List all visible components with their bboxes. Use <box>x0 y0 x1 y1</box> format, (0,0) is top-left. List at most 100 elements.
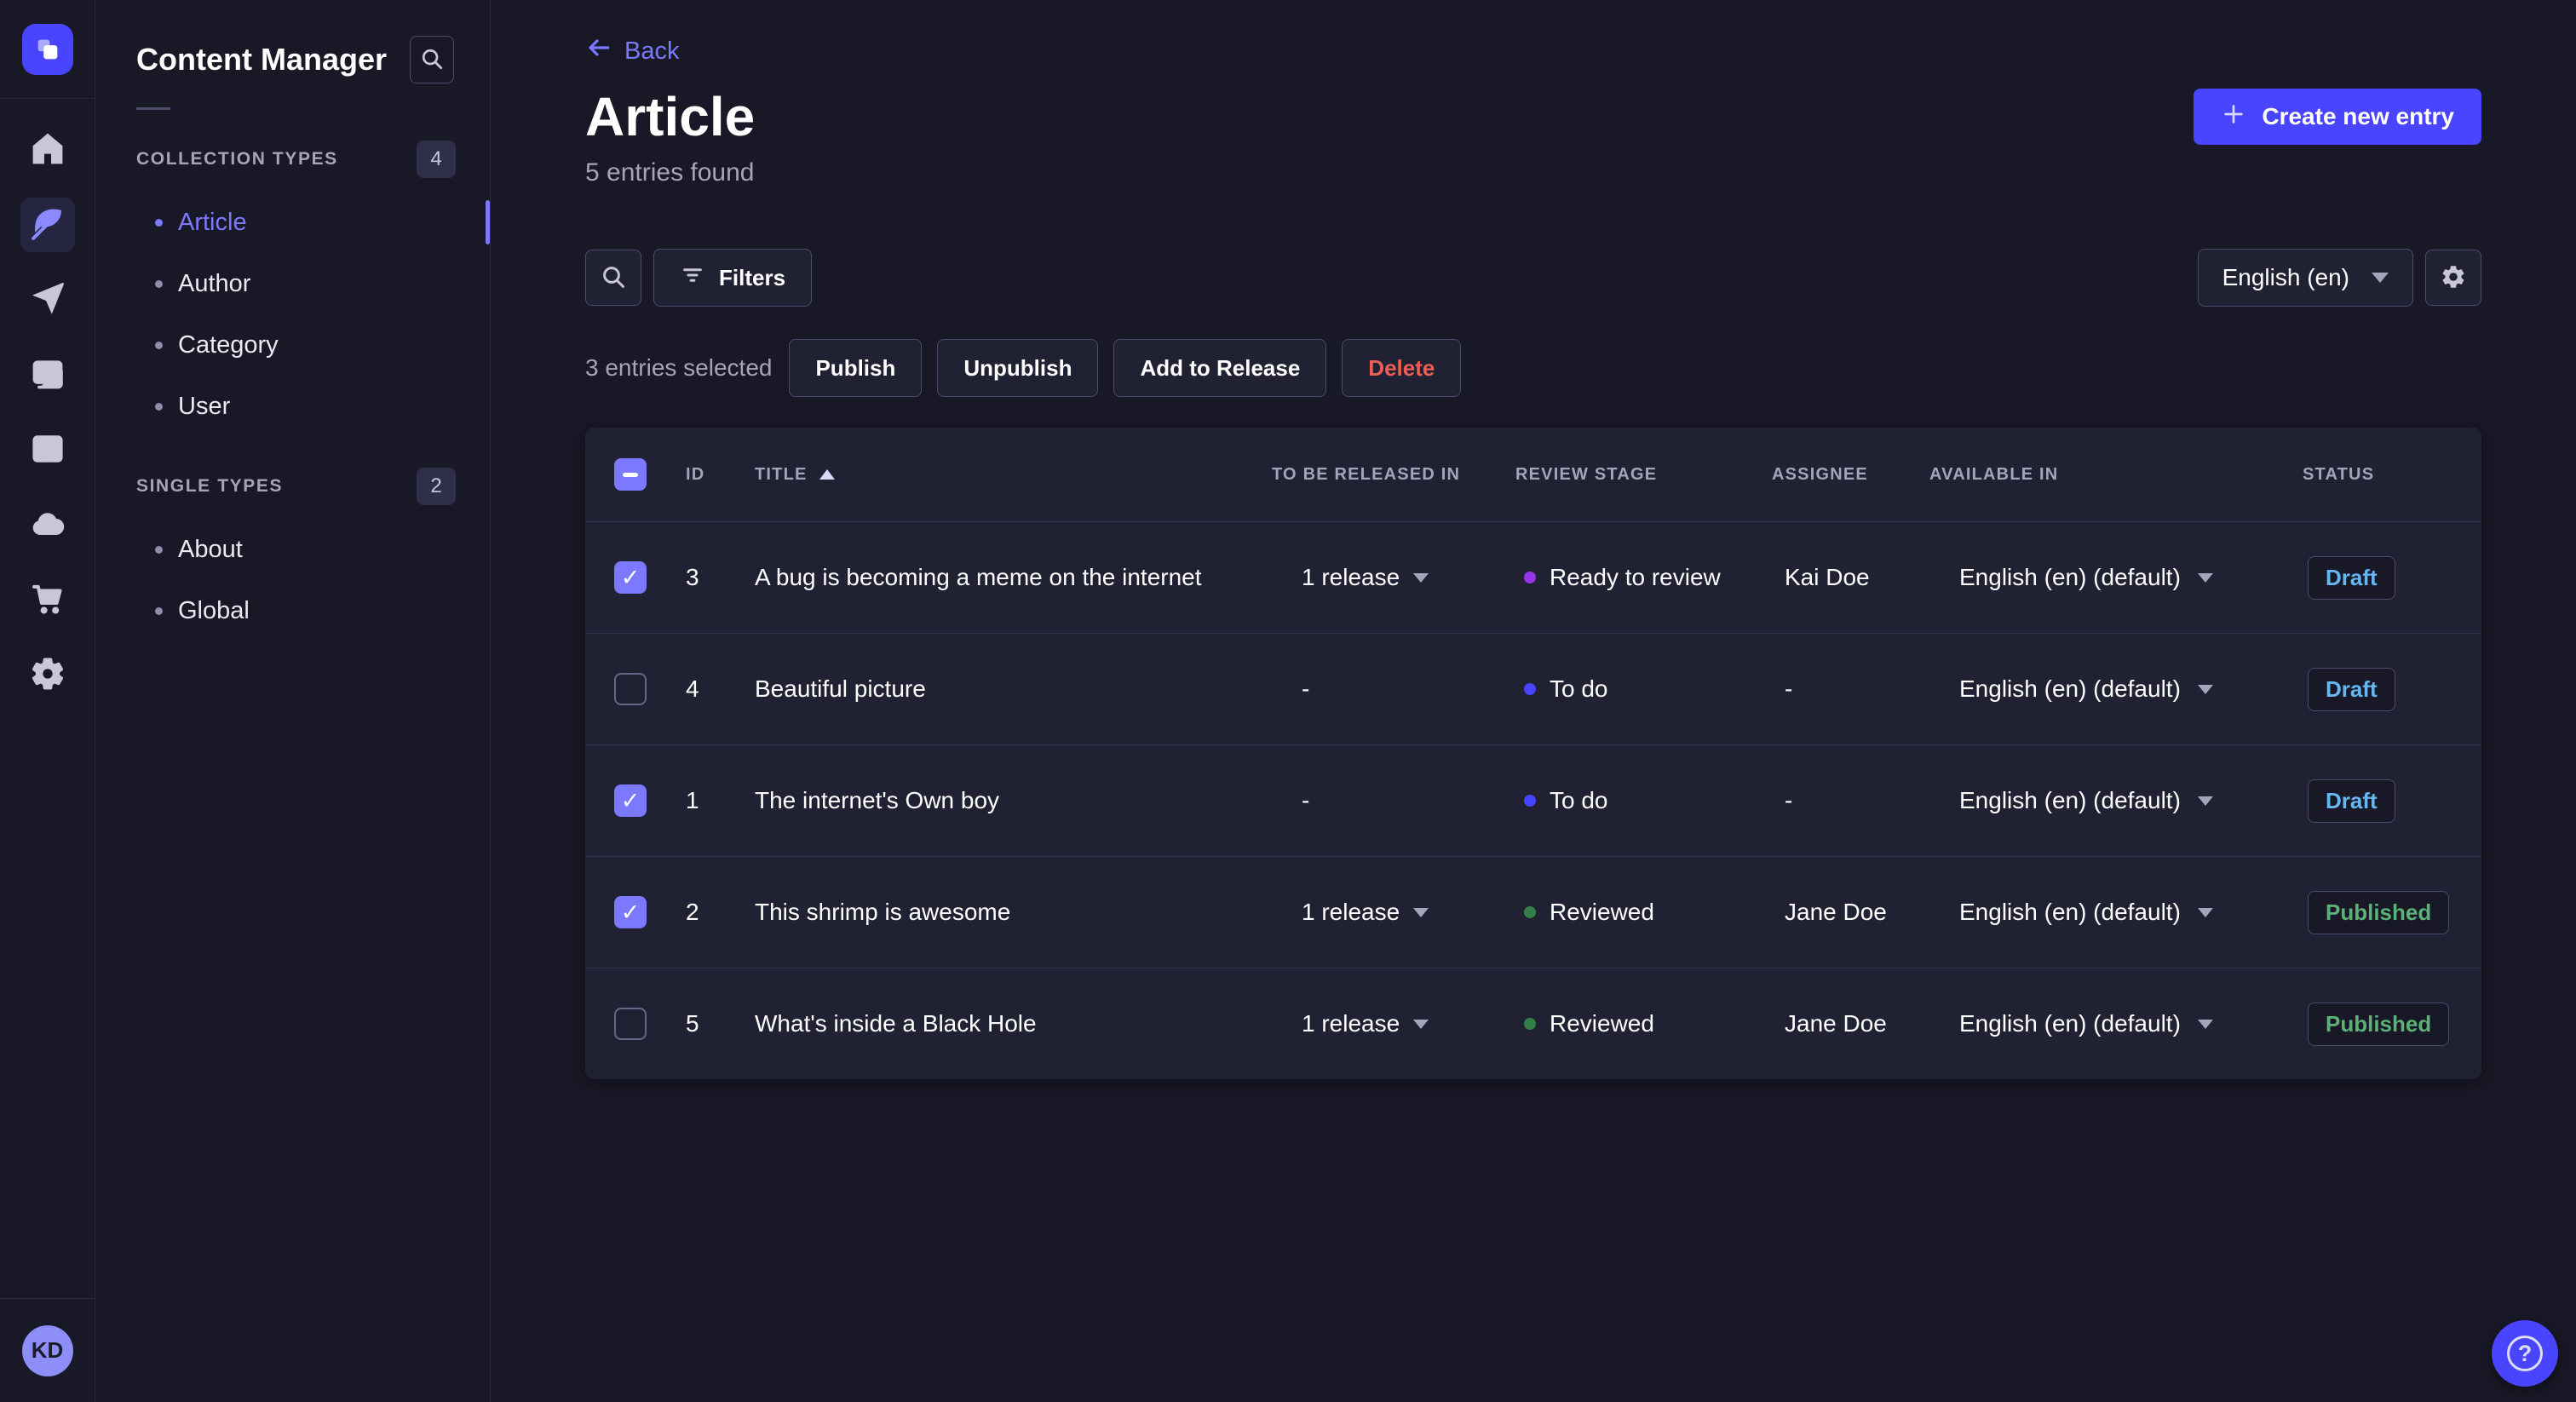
content-manager-sidebar: Content Manager COLLECTION TYPES 4 Artic… <box>95 0 491 1402</box>
row-checkbox[interactable] <box>614 896 647 928</box>
row-checkbox[interactable] <box>614 673 647 705</box>
bullet-icon <box>155 218 163 227</box>
cell-id: 5 <box>686 1010 699 1037</box>
cell-id: 1 <box>686 787 699 813</box>
row-checkbox[interactable] <box>614 784 647 817</box>
row-checkbox[interactable] <box>614 1008 647 1040</box>
stage-dot-icon <box>1524 795 1536 807</box>
help-button[interactable]: ? <box>2492 1320 2558 1387</box>
entries-table: ID TITLE TO BE RELEASED IN REVIEW STAGE … <box>585 428 2481 1079</box>
status-badge: Draft <box>2308 667 2395 711</box>
workspace-logo[interactable] <box>0 0 95 99</box>
sidebar-item-global[interactable]: Global <box>136 580 490 641</box>
chevron-down-icon <box>1413 1019 1429 1029</box>
sidebar-item-label: Author <box>178 269 251 297</box>
app-root: KD Content Manager COLLECTION TYPES 4 Ar… <box>0 0 2576 1402</box>
sidebar-item-label: Article <box>178 208 247 236</box>
cell-available-in[interactable]: English (en) (default) <box>1929 787 2303 814</box>
toolbar: Filters English (en) <box>585 249 2481 307</box>
column-header-id[interactable]: ID <box>686 465 755 485</box>
collection-types-count-badge: 4 <box>417 141 456 178</box>
nav-rail: KD <box>0 0 95 1402</box>
nav-settings-button[interactable] <box>20 647 75 702</box>
cell-status: Draft <box>2303 667 2456 711</box>
collection-types-section: COLLECTION TYPES 4 Article Author Catego… <box>95 141 490 437</box>
chevron-down-icon <box>2197 684 2213 694</box>
row-checkbox[interactable] <box>614 561 647 594</box>
cell-available-in[interactable]: English (en) (default) <box>1929 1010 2303 1037</box>
create-entry-button[interactable]: Create new entry <box>2194 89 2481 145</box>
search-icon <box>419 46 445 74</box>
bulk-actions-bar: 3 entries selected Publish Unpublish Add… <box>585 339 2481 397</box>
cell-id: 2 <box>686 899 699 925</box>
cell-available-in[interactable]: English (en) (default) <box>1929 675 2303 703</box>
main-content: Back Article Create new entry 5 entries … <box>491 0 2576 1402</box>
entries-count: 5 entries found <box>585 158 755 187</box>
delete-button[interactable]: Delete <box>1342 339 1462 397</box>
table-row[interactable]: 5 What's inside a Black Hole 1 release R… <box>585 968 2481 1079</box>
stage-dot-icon <box>1524 683 1536 695</box>
select-all-checkbox[interactable] <box>614 458 647 491</box>
filters-button[interactable]: Filters <box>653 249 813 307</box>
rail-spacer <box>0 702 95 1298</box>
cell-review-stage: Reviewed <box>1515 1010 1772 1037</box>
sidebar-item-article[interactable]: Article <box>136 192 490 253</box>
publish-button[interactable]: Publish <box>789 339 923 397</box>
search-button[interactable] <box>585 250 641 306</box>
question-mark-icon: ? <box>2507 1336 2543 1371</box>
sidebar-search-button[interactable] <box>410 36 454 83</box>
feather-icon <box>29 205 66 245</box>
status-badge: Published <box>2308 1002 2450 1046</box>
cell-status: Published <box>2303 1002 2456 1046</box>
cell-release[interactable]: 1 release <box>1272 899 1515 926</box>
cell-available-in[interactable]: English (en) (default) <box>1929 899 2303 926</box>
cell-title: Beautiful picture <box>755 675 926 702</box>
bullet-icon <box>155 279 163 288</box>
chevron-down-icon <box>2197 572 2213 583</box>
locale-select[interactable]: English (en) <box>2197 249 2413 307</box>
table-row[interactable]: 1 The internet's Own boy - To do - Engli… <box>585 744 2481 856</box>
column-header-title[interactable]: TITLE <box>755 465 1272 485</box>
table-row[interactable]: 3 A bug is becoming a meme on the intern… <box>585 521 2481 633</box>
collection-types-label: COLLECTION TYPES <box>136 149 338 169</box>
back-link[interactable]: Back <box>585 34 679 68</box>
add-to-release-button[interactable]: Add to Release <box>1113 339 1327 397</box>
gear-icon <box>2440 263 2467 293</box>
chevron-down-icon <box>1413 572 1429 583</box>
send-icon <box>29 280 66 320</box>
column-header-assignee: ASSIGNEE <box>1772 464 1868 484</box>
nav-content-type-builder-button[interactable] <box>20 422 75 477</box>
sidebar-item-user[interactable]: User <box>136 376 490 437</box>
cell-assignee: Jane Doe <box>1785 899 1887 925</box>
nav-cloud-button[interactable] <box>20 497 75 552</box>
table-header-row: ID TITLE TO BE RELEASED IN REVIEW STAGE … <box>585 428 2481 521</box>
table-row[interactable]: 4 Beautiful picture - To do - English (e… <box>585 633 2481 744</box>
stage-dot-icon <box>1524 572 1536 583</box>
cell-review-stage: Ready to review <box>1515 564 1772 591</box>
nav-home-button[interactable] <box>20 123 75 177</box>
home-icon <box>29 130 66 170</box>
nav-content-manager-button[interactable] <box>20 198 75 252</box>
chevron-down-icon <box>2372 273 2389 283</box>
user-avatar[interactable]: KD <box>21 1324 73 1376</box>
nav-releases-button[interactable] <box>20 273 75 327</box>
cell-status: Published <box>2303 890 2456 934</box>
cell-release[interactable]: 1 release <box>1272 1010 1515 1037</box>
sort-ascending-icon <box>819 469 835 480</box>
search-icon <box>600 263 627 293</box>
nav-purchase-button[interactable] <box>20 572 75 627</box>
cart-icon <box>29 580 66 620</box>
sidebar-item-author[interactable]: Author <box>136 253 490 314</box>
cell-available-in[interactable]: English (en) (default) <box>1929 564 2303 591</box>
sidebar-item-about[interactable]: About <box>136 519 490 580</box>
page-title: Article <box>585 86 756 147</box>
sidebar-item-label: Category <box>178 330 279 359</box>
sidebar-item-category[interactable]: Category <box>136 314 490 376</box>
cell-status: Draft <box>2303 555 2456 600</box>
view-settings-button[interactable] <box>2425 250 2481 306</box>
cell-assignee: Kai Doe <box>1785 564 1870 590</box>
table-row[interactable]: 2 This shrimp is awesome 1 release Revie… <box>585 856 2481 968</box>
cell-release[interactable]: 1 release <box>1272 564 1515 591</box>
nav-media-library-button[interactable] <box>20 348 75 402</box>
unpublish-button[interactable]: Unpublish <box>937 339 1099 397</box>
